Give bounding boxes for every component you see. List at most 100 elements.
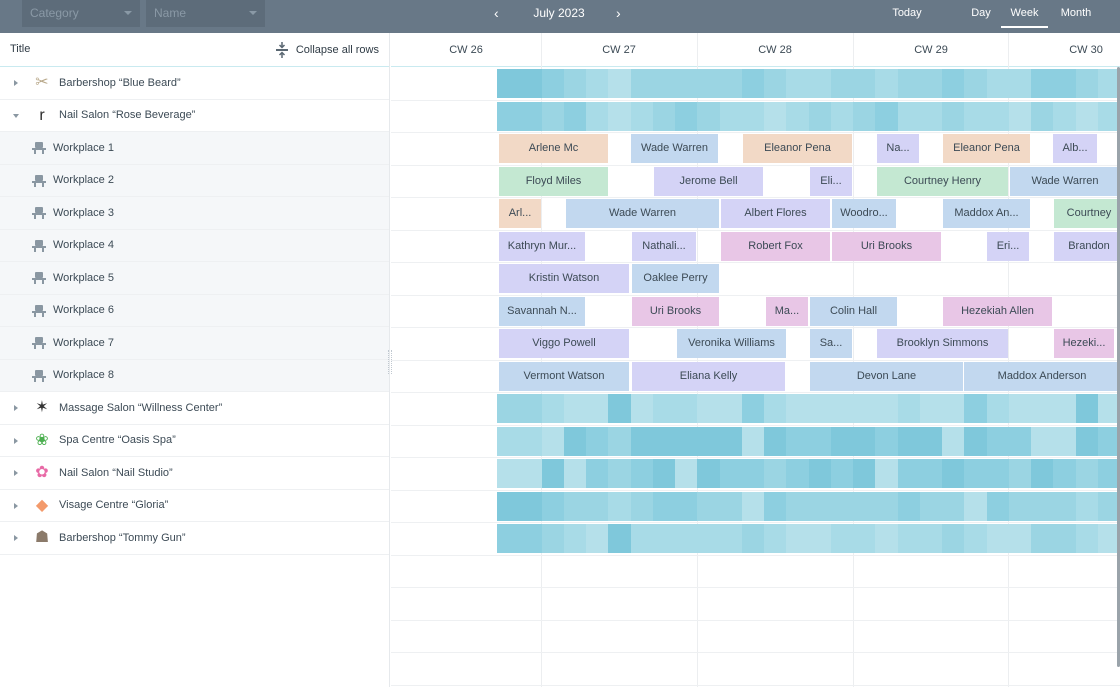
appointment-event[interactable]: Na... (877, 134, 919, 163)
workplace-row[interactable]: Workplace 8 (0, 359, 389, 392)
appointment-event[interactable]: Arl... (499, 199, 541, 228)
workplace-row[interactable]: Workplace 4 (0, 229, 389, 262)
occupancy-bar[interactable] (497, 459, 1120, 488)
appointment-event[interactable]: Viggo Powell (499, 329, 629, 358)
appointment-event[interactable]: Courtney (1054, 199, 1120, 228)
appointment-event[interactable]: Nathali... (632, 231, 696, 261)
occupancy-bar[interactable] (497, 426, 1120, 456)
occupancy-cell (808, 101, 831, 131)
appointment-event[interactable]: Eliana Kelly (632, 361, 785, 391)
appointment-event[interactable]: Savannah N... (499, 296, 585, 326)
workplace-row[interactable]: Workplace 2 (0, 164, 389, 197)
collapse-all-rows-button[interactable]: Collapse all rows (275, 42, 379, 58)
occupancy-cell (497, 69, 520, 98)
occupancy-cell (586, 426, 609, 456)
occupancy-bar[interactable] (497, 101, 1120, 131)
appointment-event[interactable]: Alb... (1053, 134, 1097, 163)
occupancy-cell (1075, 491, 1098, 521)
expand-down-icon[interactable] (13, 113, 19, 118)
appointment-event[interactable]: Maddox Anderson (964, 361, 1120, 391)
salon-row[interactable]: ✂ Barbershop “Blue Beard” (0, 67, 389, 100)
workplace-row[interactable]: Workplace 5 (0, 262, 389, 295)
workplace-row[interactable]: Workplace 6 (0, 294, 389, 327)
appointment-event[interactable]: Eri... (987, 231, 1029, 261)
today-button[interactable]: Today (885, 0, 929, 28)
salon-row[interactable]: r Nail Salon “Rose Beverage” (0, 100, 389, 132)
appointment-event[interactable]: Sa... (810, 329, 852, 358)
next-month-button[interactable]: › (616, 0, 621, 27)
expand-right-icon[interactable] (14, 405, 18, 411)
occupancy-cell (519, 101, 542, 131)
appointment-event[interactable]: Wade Warren (566, 199, 719, 228)
occupancy-cell (942, 491, 965, 521)
appointment-event[interactable]: Kathryn Mur... (499, 231, 585, 261)
appointment-event[interactable]: Ma... (766, 296, 808, 326)
occupancy-cell (786, 491, 809, 521)
prev-month-button[interactable]: ‹ (494, 0, 499, 27)
appointment-event[interactable]: Wade Warren (1010, 166, 1120, 196)
occupancy-cell (630, 101, 653, 131)
appointment-event[interactable]: Floyd Miles (499, 166, 608, 196)
appointment-event[interactable]: Maddox An... (943, 199, 1030, 228)
appointment-event[interactable]: Arlene Mc (499, 134, 608, 163)
appointment-event[interactable]: Brooklyn Simmons (877, 329, 1008, 358)
expand-right-icon[interactable] (14, 502, 18, 509)
occupancy-cell (853, 491, 876, 521)
name-filter[interactable]: Name (146, 0, 265, 27)
appointment-event[interactable]: Eleanor Pena (943, 134, 1030, 163)
occupancy-cell (719, 426, 742, 456)
occupancy-cell (875, 69, 898, 98)
workplace-row[interactable]: Workplace 7 (0, 327, 389, 360)
expand-right-icon[interactable] (14, 80, 18, 86)
expand-right-icon[interactable] (14, 535, 18, 541)
salon-row[interactable]: ✿ Nail Salon “Nail Studio” (0, 457, 389, 490)
appointment-event[interactable]: Uri Brooks (832, 231, 941, 261)
appointment-event[interactable]: Eleanor Pena (743, 134, 852, 163)
week-label: CW 29 (914, 44, 948, 56)
occupancy-cell (1075, 459, 1098, 488)
appointment-event[interactable]: Jerome Bell (654, 166, 763, 196)
occupancy-cell (741, 491, 764, 521)
appointment-event[interactable]: Kristin Watson (499, 264, 629, 293)
occupancy-cell (764, 491, 787, 521)
expand-right-icon[interactable] (14, 437, 18, 444)
occupancy-bar[interactable] (497, 491, 1120, 521)
appointment-event[interactable]: Veronika Williams (677, 329, 786, 358)
appointment-event[interactable]: Oaklee Perry (632, 264, 719, 293)
occupancy-cell (608, 491, 631, 521)
appointment-event[interactable]: Courtney Henry (877, 166, 1008, 196)
appointment-event[interactable]: Albert Flores (721, 199, 830, 228)
occupancy-cell (853, 524, 876, 553)
appointment-event[interactable]: Hezekiah Allen (943, 296, 1052, 326)
appointment-event[interactable]: Uri Brooks (632, 296, 719, 326)
rose-logo-icon: r (39, 106, 45, 124)
salon-row[interactable]: ☗ Barbershop “Tommy Gun” (0, 522, 389, 555)
salon-row[interactable]: ✶ Massage Salon “Willness Center” (0, 392, 389, 425)
workplace-row[interactable]: Workplace 3 (0, 197, 389, 230)
occupancy-cell (497, 394, 520, 423)
appointment-event[interactable]: Eli... (810, 166, 852, 196)
appointment-event[interactable]: Wade Warren (631, 134, 718, 163)
view-month-button[interactable]: Month (1052, 0, 1100, 28)
occupancy-cell (919, 101, 942, 131)
appointment-event[interactable]: Hezeki... (1054, 329, 1114, 358)
appointment-event[interactable]: Robert Fox (721, 231, 830, 261)
occupancy-bar[interactable] (497, 524, 1120, 553)
salon-row[interactable]: ◆ Visage Centre “Gloria” (0, 490, 389, 522)
appointment-event[interactable]: Brandon (1054, 231, 1120, 261)
appointment-event[interactable]: Vermont Watson (499, 361, 629, 391)
workplace-row[interactable]: Workplace 1 (0, 132, 389, 165)
appointment-event[interactable]: Colin Hall (810, 296, 897, 326)
row-divider (391, 652, 1120, 653)
occupancy-cell (808, 459, 831, 488)
occupancy-bar[interactable] (497, 69, 1120, 98)
view-week-button[interactable]: Week (1001, 0, 1048, 28)
view-day-button[interactable]: Day (964, 0, 998, 28)
salon-row[interactable]: ❀ Spa Centre “Oasis Spa” (0, 425, 389, 457)
expand-right-icon[interactable] (14, 470, 18, 476)
occupancy-bar[interactable] (497, 394, 1120, 423)
appointment-event[interactable]: Woodro... (832, 199, 896, 228)
appointment-event[interactable]: Devon Lane (810, 361, 963, 391)
occupancy-cell (964, 426, 987, 456)
category-filter[interactable]: Category (22, 0, 140, 27)
